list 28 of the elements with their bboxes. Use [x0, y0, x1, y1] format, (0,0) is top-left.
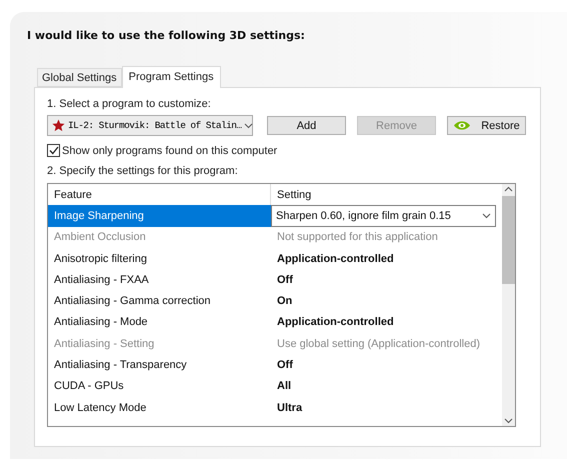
feature-cell[interactable]: Low Latency Mode	[48, 396, 271, 418]
feature-cell[interactable]: Antialiasing - Mode	[48, 312, 271, 334]
feature-cell[interactable]: Antialiasing - Transparency	[48, 354, 271, 376]
feature-cell[interactable]: Antialiasing - FXAA	[48, 269, 271, 290]
setting-cell-text: Application-controlled	[276, 252, 395, 267]
program-dropdown[interactable]: IL-2: Sturmovik: Battle of Stalin…	[47, 115, 253, 136]
feature-cell[interactable]: Antialiasing - Gamma correction	[48, 290, 271, 312]
feature-cell[interactable]: Anisotropic filtering	[48, 248, 271, 270]
setting-cell-text: Off	[276, 358, 294, 374]
step-label: 2. Specify the settings for this program:	[47, 165, 239, 177]
setting-cell-text: Use global setting (Application-controlled)	[276, 336, 481, 352]
feature-cell[interactable]: CUDA - GPUs	[48, 376, 271, 397]
tab[interactable]: Global Settings	[37, 68, 122, 87]
setting-dropdown[interactable]: Sharpen 0.60, ignore film grain 0.15	[271, 205, 496, 227]
action-button[interactable]: Restore	[447, 116, 526, 135]
setting-cell-text: All	[276, 379, 292, 394]
setting-cell-text: Application-controlled	[276, 315, 395, 330]
setting-cell-text: On	[276, 294, 294, 310]
setting-cell-text: Not supported for this application	[276, 230, 439, 246]
setting-cell-text: Ultra	[276, 400, 304, 416]
tab[interactable]: Program Settings	[122, 66, 221, 88]
section-heading: I would like to use the following 3D settings:	[27, 29, 306, 42]
setting-cell-text: Off	[276, 272, 294, 288]
feature-cell[interactable]: Image Sharpening	[48, 205, 271, 227]
checkbox-label: Show only programs found on this computer	[62, 144, 278, 156]
action-button[interactable]: Add	[267, 116, 346, 135]
column-header[interactable]: Setting	[271, 184, 502, 206]
step-label: 1. Select a program to customize:	[47, 98, 212, 110]
